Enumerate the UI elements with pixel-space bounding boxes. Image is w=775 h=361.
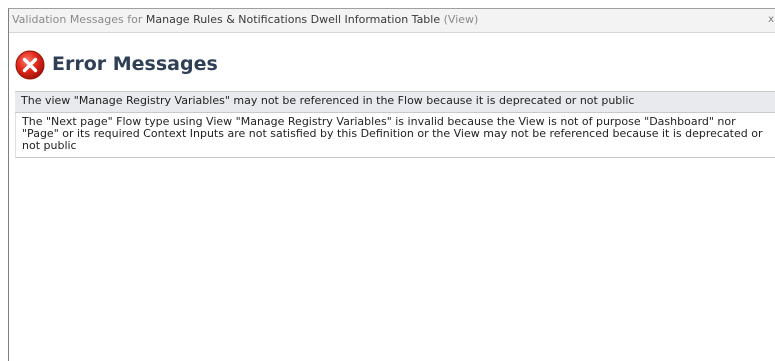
message-list: The view "Manage Registry Variables" may… bbox=[15, 91, 775, 158]
validation-messages-window: Validation Messages for Manage Rules & N… bbox=[8, 8, 775, 361]
window-title: Validation Messages for Manage Rules & N… bbox=[12, 13, 478, 27]
window-title-suffix: (View) bbox=[440, 13, 479, 26]
page-title: Error Messages bbox=[52, 53, 218, 75]
window-title-name: Manage Rules & Notifications Dwell Infor… bbox=[145, 13, 441, 26]
list-item[interactable]: The "Next page" Flow type using View "Ma… bbox=[15, 113, 775, 158]
window-title-prefix: Validation Messages for bbox=[12, 13, 146, 26]
list-item[interactable]: The view "Manage Registry Variables" may… bbox=[15, 91, 775, 113]
error-icon bbox=[15, 50, 45, 80]
close-icon[interactable]: x bbox=[768, 13, 774, 27]
title-bar: Validation Messages for Manage Rules & N… bbox=[9, 9, 775, 33]
